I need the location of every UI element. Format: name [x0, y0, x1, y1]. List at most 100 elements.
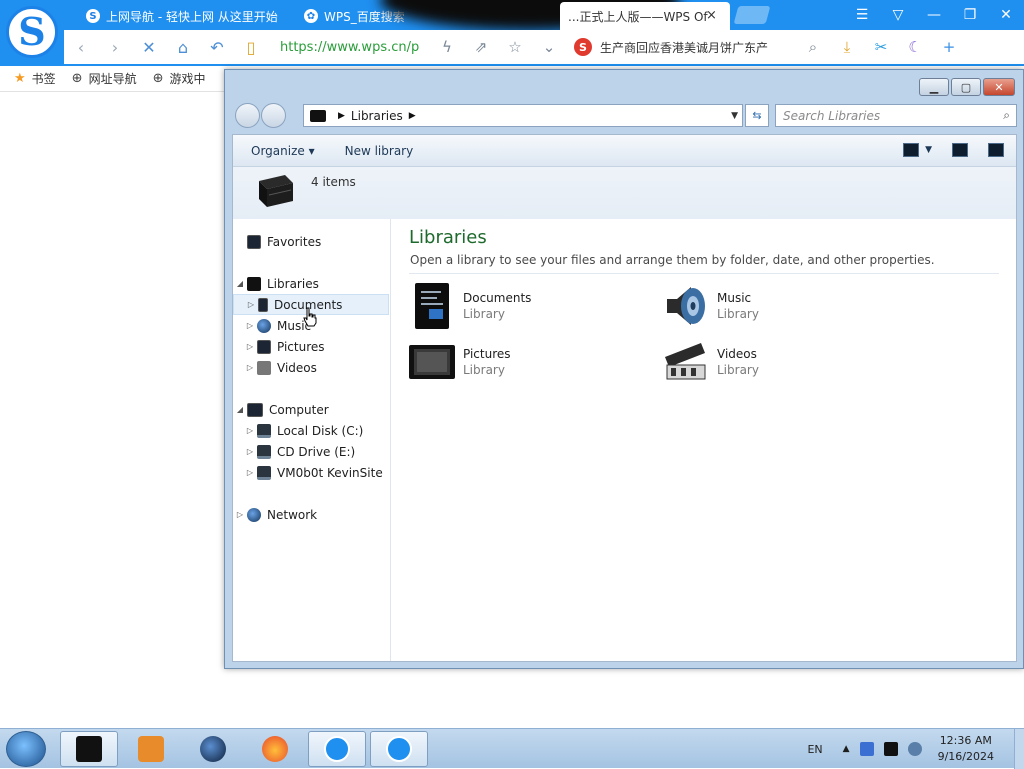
expand-arrow-icon[interactable]: ▷ — [243, 342, 257, 351]
expand-arrow-icon[interactable]: ▷ — [243, 426, 257, 435]
taskbar-app-firefox[interactable] — [246, 731, 304, 767]
bookmark-item-games[interactable]: ⊕ 游戏中 — [153, 70, 206, 87]
browser-tab-nav[interactable]: S 上网导航 - 轻快上网 从这里开始 — [78, 2, 293, 30]
nav-item-local-disk[interactable]: ▷ Local Disk (C:) — [233, 420, 389, 441]
forward-arrow-icon[interactable]: › — [98, 38, 132, 57]
close-button[interactable]: ✕ — [983, 78, 1015, 96]
preview-pane-icon[interactable] — [952, 143, 968, 157]
new-library-button[interactable]: New library — [345, 144, 414, 158]
plus-icon[interactable]: + — [932, 38, 966, 56]
night-mode-icon[interactable]: ☾ — [898, 38, 932, 56]
collapse-arrow-icon[interactable]: ◢ — [233, 405, 247, 414]
expand-arrow-icon[interactable]: ▷ — [244, 300, 258, 309]
address-bar[interactable]: ▶ Libraries ▶ ▼ — [303, 104, 743, 127]
search-input[interactable]: Search Libraries ⌕ — [775, 104, 1017, 127]
breadcrumb-arrow-icon[interactable]: ▶ — [338, 111, 345, 121]
page-title: Libraries — [409, 227, 487, 248]
browser-tab-wps-active[interactable]: ...正式上人版——WPS Of — [560, 2, 730, 30]
maximize-button[interactable]: ▢ — [951, 78, 981, 96]
tile-type: Library — [463, 363, 505, 377]
documents-icon — [258, 297, 268, 312]
pictures-icon — [257, 339, 271, 354]
new-tab-button[interactable] — [733, 6, 771, 24]
libraries-icon — [259, 175, 293, 207]
back-arrow-icon[interactable]: ‹ — [64, 38, 98, 57]
close-icon[interactable]: ✕ — [988, 0, 1024, 30]
media-player-icon — [138, 736, 164, 762]
library-tile-music[interactable]: Music Library — [663, 283, 913, 333]
network-status-icon[interactable] — [907, 742, 922, 756]
tray-expand-icon[interactable]: ▲ — [843, 744, 850, 754]
expand-arrow-icon[interactable]: ▷ — [233, 510, 247, 519]
undo-icon[interactable]: ↶ — [200, 38, 234, 57]
search-icon[interactable]: ⌕ — [796, 38, 830, 56]
chevron-down-icon[interactable]: ▼ — [731, 111, 738, 121]
expand-arrow-icon[interactable]: ▷ — [243, 363, 257, 372]
taskbar-app-explorer[interactable] — [60, 731, 118, 767]
nav-item-network[interactable]: ▷ Network — [233, 504, 389, 525]
display-icon[interactable] — [883, 742, 898, 756]
lightning-icon[interactable]: ϟ — [430, 38, 464, 56]
news-ticker[interactable]: 生产商回应香港美诚月饼广东产 — [600, 39, 796, 56]
explorer-titlebar[interactable]: ▁ ▢ ✕ — [225, 70, 1023, 100]
chevron-down-icon[interactable]: ▼ — [925, 145, 932, 157]
expand-arrow-icon[interactable]: ▷ — [243, 447, 257, 456]
start-button[interactable] — [6, 731, 46, 767]
breadcrumb-arrow-icon[interactable]: ▶ — [409, 111, 416, 121]
sogou-browser-icon — [324, 736, 350, 762]
menu-icon[interactable]: ☰ — [844, 0, 880, 30]
change-view-icon[interactable] — [903, 143, 920, 157]
bookmark-item-bookmarks[interactable]: ★ 书签 — [14, 70, 56, 87]
tile-type: Library — [717, 307, 759, 321]
library-tile-documents[interactable]: Documents Library — [409, 283, 659, 333]
bookmark-item-nav[interactable]: ⊕ 网址导航 — [72, 70, 137, 87]
download-icon[interactable]: ⤓ — [830, 38, 864, 56]
nav-item-pictures[interactable]: ▷ Pictures — [233, 336, 389, 357]
videos-library-icon — [665, 343, 706, 380]
nav-item-cd-drive[interactable]: ▷ CD Drive (E:) — [233, 441, 389, 462]
organize-button[interactable]: Organize ▾ — [251, 144, 315, 158]
book-icon[interactable]: ▯ — [234, 38, 268, 57]
expand-arrow-icon[interactable]: ▷ — [243, 468, 257, 477]
help-icon[interactable] — [988, 143, 1004, 157]
nav-item-computer[interactable]: ◢ Computer — [233, 399, 389, 420]
minimize-button[interactable]: ▁ — [919, 78, 949, 96]
forward-button[interactable] — [261, 103, 286, 128]
share-icon[interactable]: ⇗ — [464, 38, 498, 56]
library-tile-pictures[interactable]: Pictures Library — [409, 339, 659, 389]
tile-name: Pictures — [463, 347, 511, 361]
taskbar-app-media-player[interactable] — [122, 731, 180, 767]
url-input[interactable]: https://www.wps.cn/p — [280, 40, 420, 55]
taskbar-app-network[interactable] — [184, 731, 242, 767]
music-icon — [257, 318, 271, 333]
collapse-arrow-icon[interactable]: ◢ — [233, 279, 247, 288]
nav-item-videos[interactable]: ▷ Videos — [233, 357, 389, 378]
expand-arrow-icon[interactable]: ▷ — [243, 321, 257, 330]
refresh-button[interactable]: ⇆ — [745, 104, 769, 127]
scissors-icon[interactable]: ✂ — [864, 38, 898, 56]
back-button[interactable] — [235, 103, 260, 128]
nav-item-libraries[interactable]: ◢ Libraries — [233, 273, 389, 294]
star-icon[interactable]: ☆ — [498, 38, 532, 56]
language-indicator[interactable]: EN — [807, 743, 822, 756]
clock[interactable]: 12:36 AM 9/16/2024 — [938, 733, 994, 765]
restore-icon[interactable]: ❐ — [952, 0, 988, 30]
nav-label: CD Drive (E:) — [277, 444, 356, 459]
browser-logo[interactable]: S — [6, 6, 58, 58]
search-engine-icon[interactable]: S — [574, 38, 592, 56]
home-icon[interactable]: ⌂ — [166, 38, 200, 57]
taskbar-app-sogou-1[interactable] — [308, 731, 366, 767]
skin-icon[interactable]: ▽ — [880, 0, 916, 30]
taskbar-app-sogou-2[interactable] — [370, 731, 428, 767]
library-tile-videos[interactable]: Videos Library — [663, 339, 913, 389]
chevron-down-icon[interactable]: ⌄ — [532, 38, 566, 56]
nav-item-favorites[interactable]: Favorites — [233, 231, 389, 252]
breadcrumb-libraries[interactable]: Libraries — [351, 109, 403, 123]
minimize-icon[interactable]: — — [916, 0, 952, 30]
search-icon[interactable]: ⌕ — [1003, 108, 1010, 123]
show-desktop-button[interactable] — [1014, 729, 1024, 769]
stop-icon[interactable]: ✕ — [132, 38, 166, 57]
tab-close-icon[interactable]: × — [706, 8, 717, 23]
tray-app-icon[interactable] — [859, 742, 874, 756]
nav-item-network-share[interactable]: ▷ VM0b0t KevinSite — [233, 462, 389, 483]
